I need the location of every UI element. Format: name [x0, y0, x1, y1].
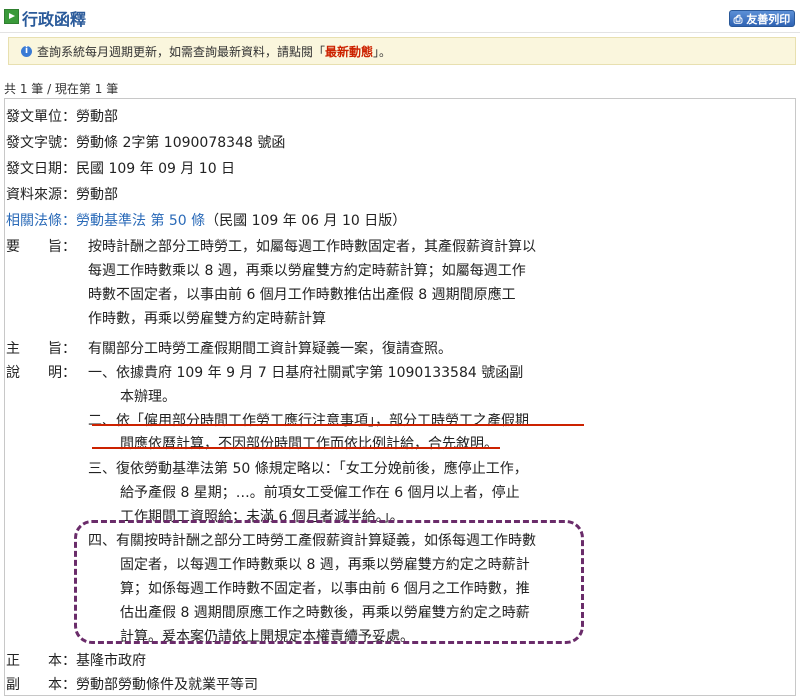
- main-recipient-row: 正 本：基隆市政府: [6, 650, 146, 670]
- summary-label: 要 旨：: [6, 239, 76, 255]
- law-label: 相關法條：: [6, 213, 76, 229]
- law-note: （民國 109 年 06 月 10 日版）: [205, 213, 407, 229]
- docno-row: 發文字號：勞動條 2字第 1090078348 號函: [6, 132, 285, 152]
- notice-text-before: 查詢系統每月週期更新，如需查詢最新資料，請點閱「: [37, 45, 326, 59]
- date-value: 民國 109 年 09 月 10 日: [76, 161, 236, 177]
- latest-news-link[interactable]: 最新動態: [325, 45, 373, 59]
- subject-text: 有關部分工時勞工產假期間工資計算疑義一案，復請查照。: [88, 341, 452, 357]
- info-icon: i: [21, 46, 32, 57]
- main-recipient-label: 正 本：: [6, 653, 76, 669]
- summary-line: 作時數，再乘以勞雇雙方約定時薪計算: [88, 311, 326, 327]
- docno-label: 發文字號：: [6, 135, 76, 151]
- record-count: 共 1 筆 / 現在第 1 筆: [4, 82, 119, 96]
- page-title: 行政函釋: [22, 10, 87, 29]
- notice-text-after: 」。: [373, 45, 392, 59]
- law-link[interactable]: 勞動基準法 第 50 條: [76, 213, 205, 229]
- annotation-underline: [92, 424, 584, 426]
- source-value: 勞動部: [76, 187, 118, 203]
- main-recipient-value: 基隆市政府: [76, 653, 146, 669]
- summary-line: 按時計酬之部分工時勞工，如屬每週工作時數固定者，其產假薪資計算以: [88, 239, 536, 255]
- notice-text: 查詢系統每月週期更新，如需查詢最新資料，請點閱「最新動態」。: [37, 43, 391, 60]
- unit-value: 勞動部: [76, 109, 118, 125]
- copy-recipient-row: 副 本：勞動部勞動條件及就業平等司: [6, 674, 258, 694]
- docno-value: 勞動條 2字第 1090078348 號函: [76, 135, 286, 151]
- unit-row: 發文單位：勞動部: [6, 106, 118, 126]
- explanation-line: 本辦理。: [120, 389, 176, 405]
- date-row: 發文日期：民國 109 年 09 月 10 日: [6, 158, 235, 178]
- source-label: 資料來源：: [6, 187, 76, 203]
- explanation-line: 三、復依勞動基準法第 50 條規定略以：「女工分娩前後，應停止工作，: [88, 461, 528, 477]
- unit-label: 發文單位：: [6, 109, 76, 125]
- summary-line: 每週工作時數乘以 8 週，再乘以勞雇雙方約定時薪計算；如屬每週工作: [88, 263, 526, 279]
- annotation-underline: [92, 447, 500, 449]
- law-row: 相關法條：勞動基準法 第 50 條（民國 109 年 06 月 10 日版）: [6, 210, 406, 230]
- summary-line: 時數不固定者，以事由前 6 個月工作時數推估出產假 8 週期間原應工: [88, 287, 516, 303]
- explanation-label: 說 明：: [6, 365, 76, 381]
- copy-recipient-value: 勞動部勞動條件及就業平等司: [76, 677, 258, 693]
- copy-recipient-label: 副 本：: [6, 677, 76, 693]
- explanation-line: 二、依「僱用部分時間工作勞工應行注意事項」，部分工時勞工之產假期: [88, 413, 529, 429]
- print-button-label: 友善列印: [746, 13, 791, 26]
- explanation-line: 給予產假 8 星期；…。前項女工受僱工作在 6 個月以上者，停止: [120, 485, 520, 501]
- update-notice: i 查詢系統每月週期更新，如需查詢最新資料，請點閱「最新動態」。: [8, 37, 796, 65]
- title-bar: 行政函釋 ⎙ 友善列印: [0, 0, 800, 33]
- annotation-dashed-box: [74, 520, 584, 644]
- explanation-line: 一、依據貴府 109 年 9 月 7 日基府社關貳字第 1090133584 號…: [88, 365, 524, 381]
- date-label: 發文日期：: [6, 161, 76, 177]
- explanation-line: 間應依曆計算，不因部份時間工作而依比例計給，合先敘明。: [120, 436, 498, 452]
- arrow-right-icon: [4, 9, 19, 24]
- source-row: 資料來源：勞動部: [6, 184, 118, 204]
- subject-label: 主 旨：: [6, 341, 76, 357]
- print-button[interactable]: ⎙ 友善列印: [729, 10, 795, 27]
